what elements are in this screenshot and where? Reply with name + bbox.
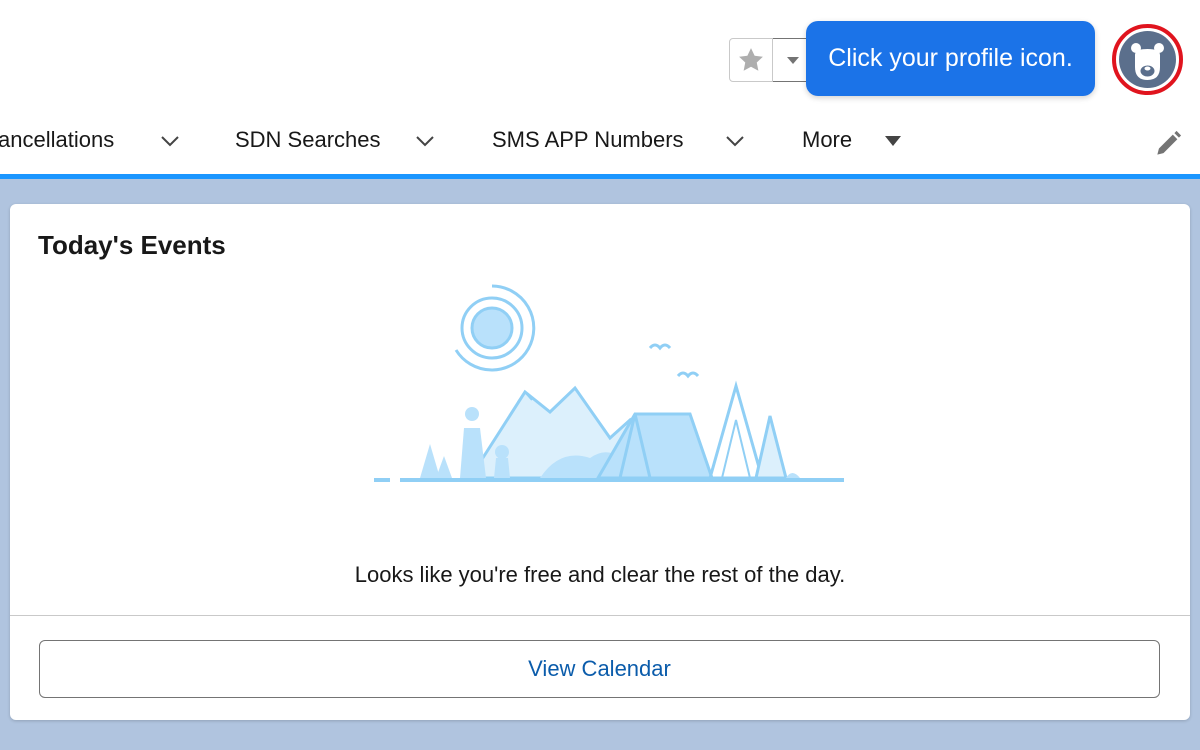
nav-item-sdn-searches[interactable]: SDN Searches <box>235 110 381 170</box>
nav-item-sdn-searches-menu[interactable] <box>412 128 438 154</box>
pencil-icon[interactable] <box>1152 128 1184 160</box>
nav-more-menu[interactable] <box>880 128 906 154</box>
bear-avatar-icon <box>1131 43 1164 80</box>
caret-down-icon <box>885 136 901 146</box>
nav-item-label: SMS APP Numbers <box>492 127 684 152</box>
card-divider <box>10 615 1190 616</box>
nav-more-button[interactable]: More <box>802 110 852 170</box>
card-title: Today's Events <box>38 230 226 260</box>
profile-highlight-ring[interactable] <box>1112 24 1183 95</box>
nav-item-sms-app-numbers-menu[interactable] <box>722 128 748 154</box>
guidance-tooltip: Click your profile icon. <box>806 21 1095 96</box>
favorite-button[interactable] <box>729 38 773 82</box>
view-calendar-button[interactable]: View Calendar <box>39 640 1160 698</box>
star-icon <box>739 48 763 71</box>
app-nav-bar: ancellations SDN Searches SMS APP Number… <box>0 110 1200 174</box>
global-header: Click your profile icon. <box>0 0 1200 110</box>
todays-events-card: Today's Events Looks like you're free an… <box>10 204 1190 720</box>
profile-avatar-button[interactable] <box>1119 31 1176 88</box>
empty-state-message: Looks like you're free and clear the res… <box>354 562 846 587</box>
chevron-down-icon <box>726 136 744 147</box>
nav-item-label: SDN Searches <box>235 127 381 152</box>
chevron-down-icon <box>161 136 179 147</box>
chevron-down-icon <box>416 136 434 147</box>
nav-item-cancellations-menu[interactable] <box>157 128 183 154</box>
nav-item-cancellations[interactable]: ancellations <box>0 110 114 170</box>
nav-item-sms-app-numbers[interactable]: SMS APP Numbers <box>492 110 684 170</box>
nav-more-label: More <box>802 127 853 152</box>
favorites-group <box>729 38 813 82</box>
nav-item-label: ancellations <box>0 127 115 152</box>
caret-down-icon <box>786 57 799 64</box>
camping-scene-illustration <box>374 284 844 482</box>
